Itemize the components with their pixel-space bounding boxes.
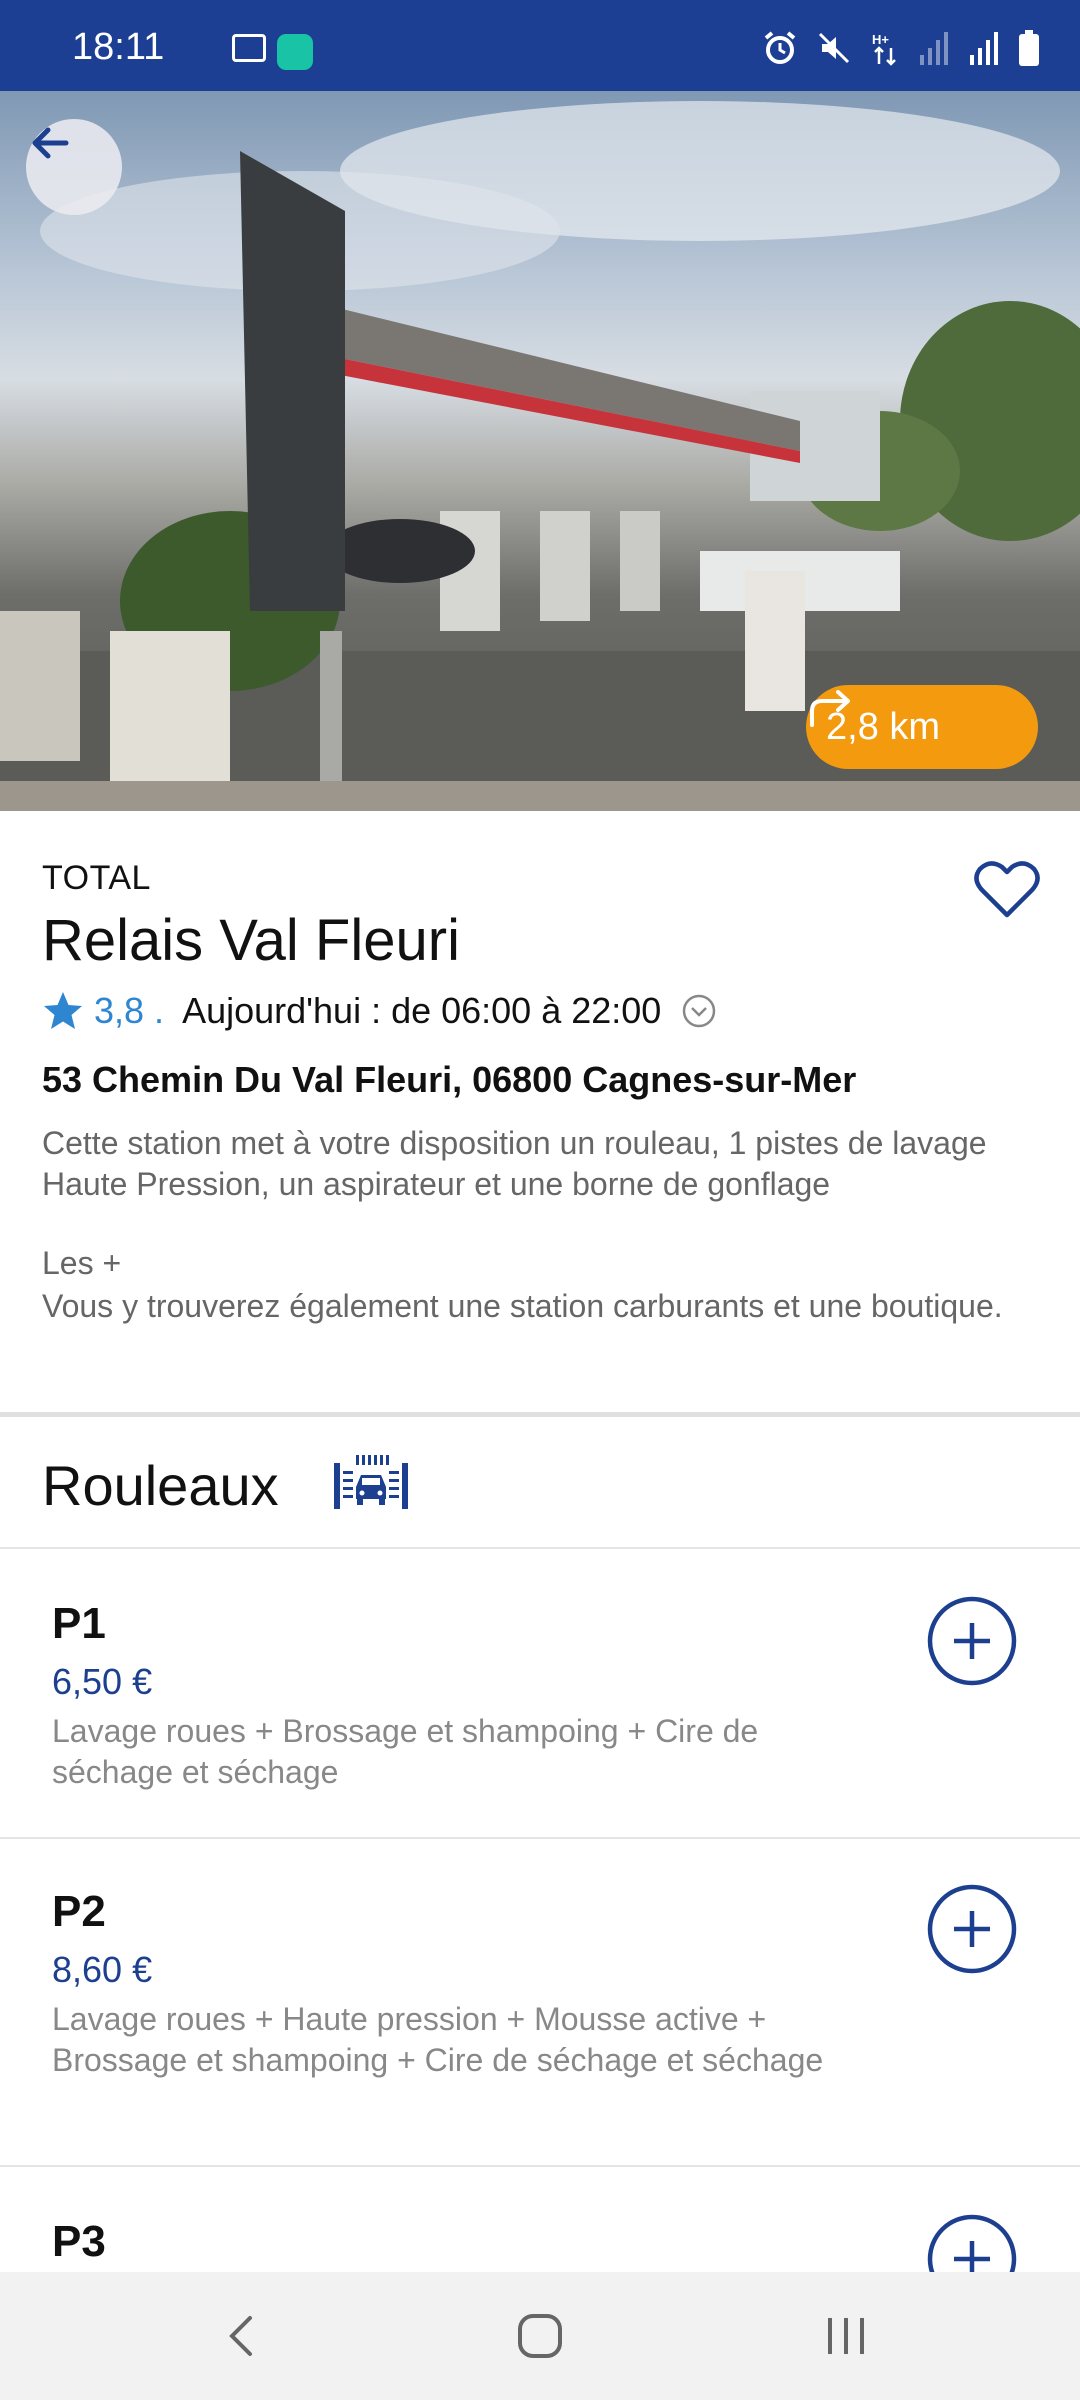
program-name: P2 [52,1887,106,1936]
svg-text:H+: H+ [872,32,889,47]
signal-icon [970,32,998,65]
station-address: 53 Chemin Du Val Fleuri, 06800 Cagnes-su… [42,1059,857,1100]
expand-hours-chevron-icon[interactable] [681,993,717,1029]
status-time: 18:11 [72,26,165,68]
status-icons: H+ [762,30,1040,66]
app-notification-icon [277,34,313,70]
add-program-button[interactable] [926,2213,1018,2272]
nav-home-icon[interactable] [510,2306,570,2366]
opening-hours: Aujourd'hui : de 06:00 à 22:00 [182,990,662,1031]
section-title: Rouleaux [42,1454,279,1517]
program-price: 8,60 € [52,1949,153,1990]
car-wash-icon [334,1455,408,1509]
turn-right-arrow-icon [810,690,850,727]
section-header: Rouleaux [0,1417,1080,1549]
wash-program-p1[interactable]: P1 6,50 € Lavage roues + Brossage et sha… [0,1549,1080,1839]
data-hplus-icon: H+ [872,32,896,66]
arrow-left-icon [32,127,69,159]
star-icon [44,992,82,1029]
rating-hours-row: 3,8 . Aujourd'hui : de 06:00 à 22:00 [42,983,717,1039]
system-navigation-bar [0,2272,1080,2400]
wash-program-p3[interactable]: P3 [0,2167,1080,2272]
station-info: TOTAL Relais Val Fleuri 3,8 . Aujourd'hu… [0,811,1080,1415]
back-button[interactable] [26,119,122,215]
gallery-icon [232,34,266,62]
alarm-icon [764,31,796,64]
signal-icon [920,32,948,65]
station-name: Relais Val Fleuri [42,908,460,973]
wash-program-p2[interactable]: P2 8,60 € Lavage roues + Haute pression … [0,1839,1080,2167]
rating-separator: . [154,990,165,1031]
program-name: P1 [52,1599,106,1648]
program-description: Lavage roues + Brossage et shampoing + C… [52,1713,759,1790]
station-description: Cette station met à votre disposition un… [42,1125,987,1202]
program-price: 6,50 € [52,1661,153,1702]
rating-value: 3,8 [94,990,145,1031]
nav-recents-icon[interactable] [816,2306,876,2366]
station-brand: TOTAL [42,859,151,897]
status-bar: 18:11 H+ [0,0,1080,91]
battery-icon [1019,30,1039,66]
program-name: P3 [52,2217,106,2266]
program-description: Lavage roues + Haute pression + Mousse a… [52,2001,824,2078]
favorite-heart-icon[interactable] [972,855,1042,925]
station-photo: 2,8 km [0,91,1080,811]
add-program-button[interactable] [926,1883,1018,1975]
nav-back-chevron-icon[interactable] [212,2306,272,2366]
directions-button[interactable]: 2,8 km [806,685,1038,769]
extras-text: Vous y trouverez également une station c… [42,1288,1003,1324]
add-program-button[interactable] [926,1595,1018,1687]
mute-icon [818,32,850,64]
extras-title: Les + [42,1245,122,1281]
